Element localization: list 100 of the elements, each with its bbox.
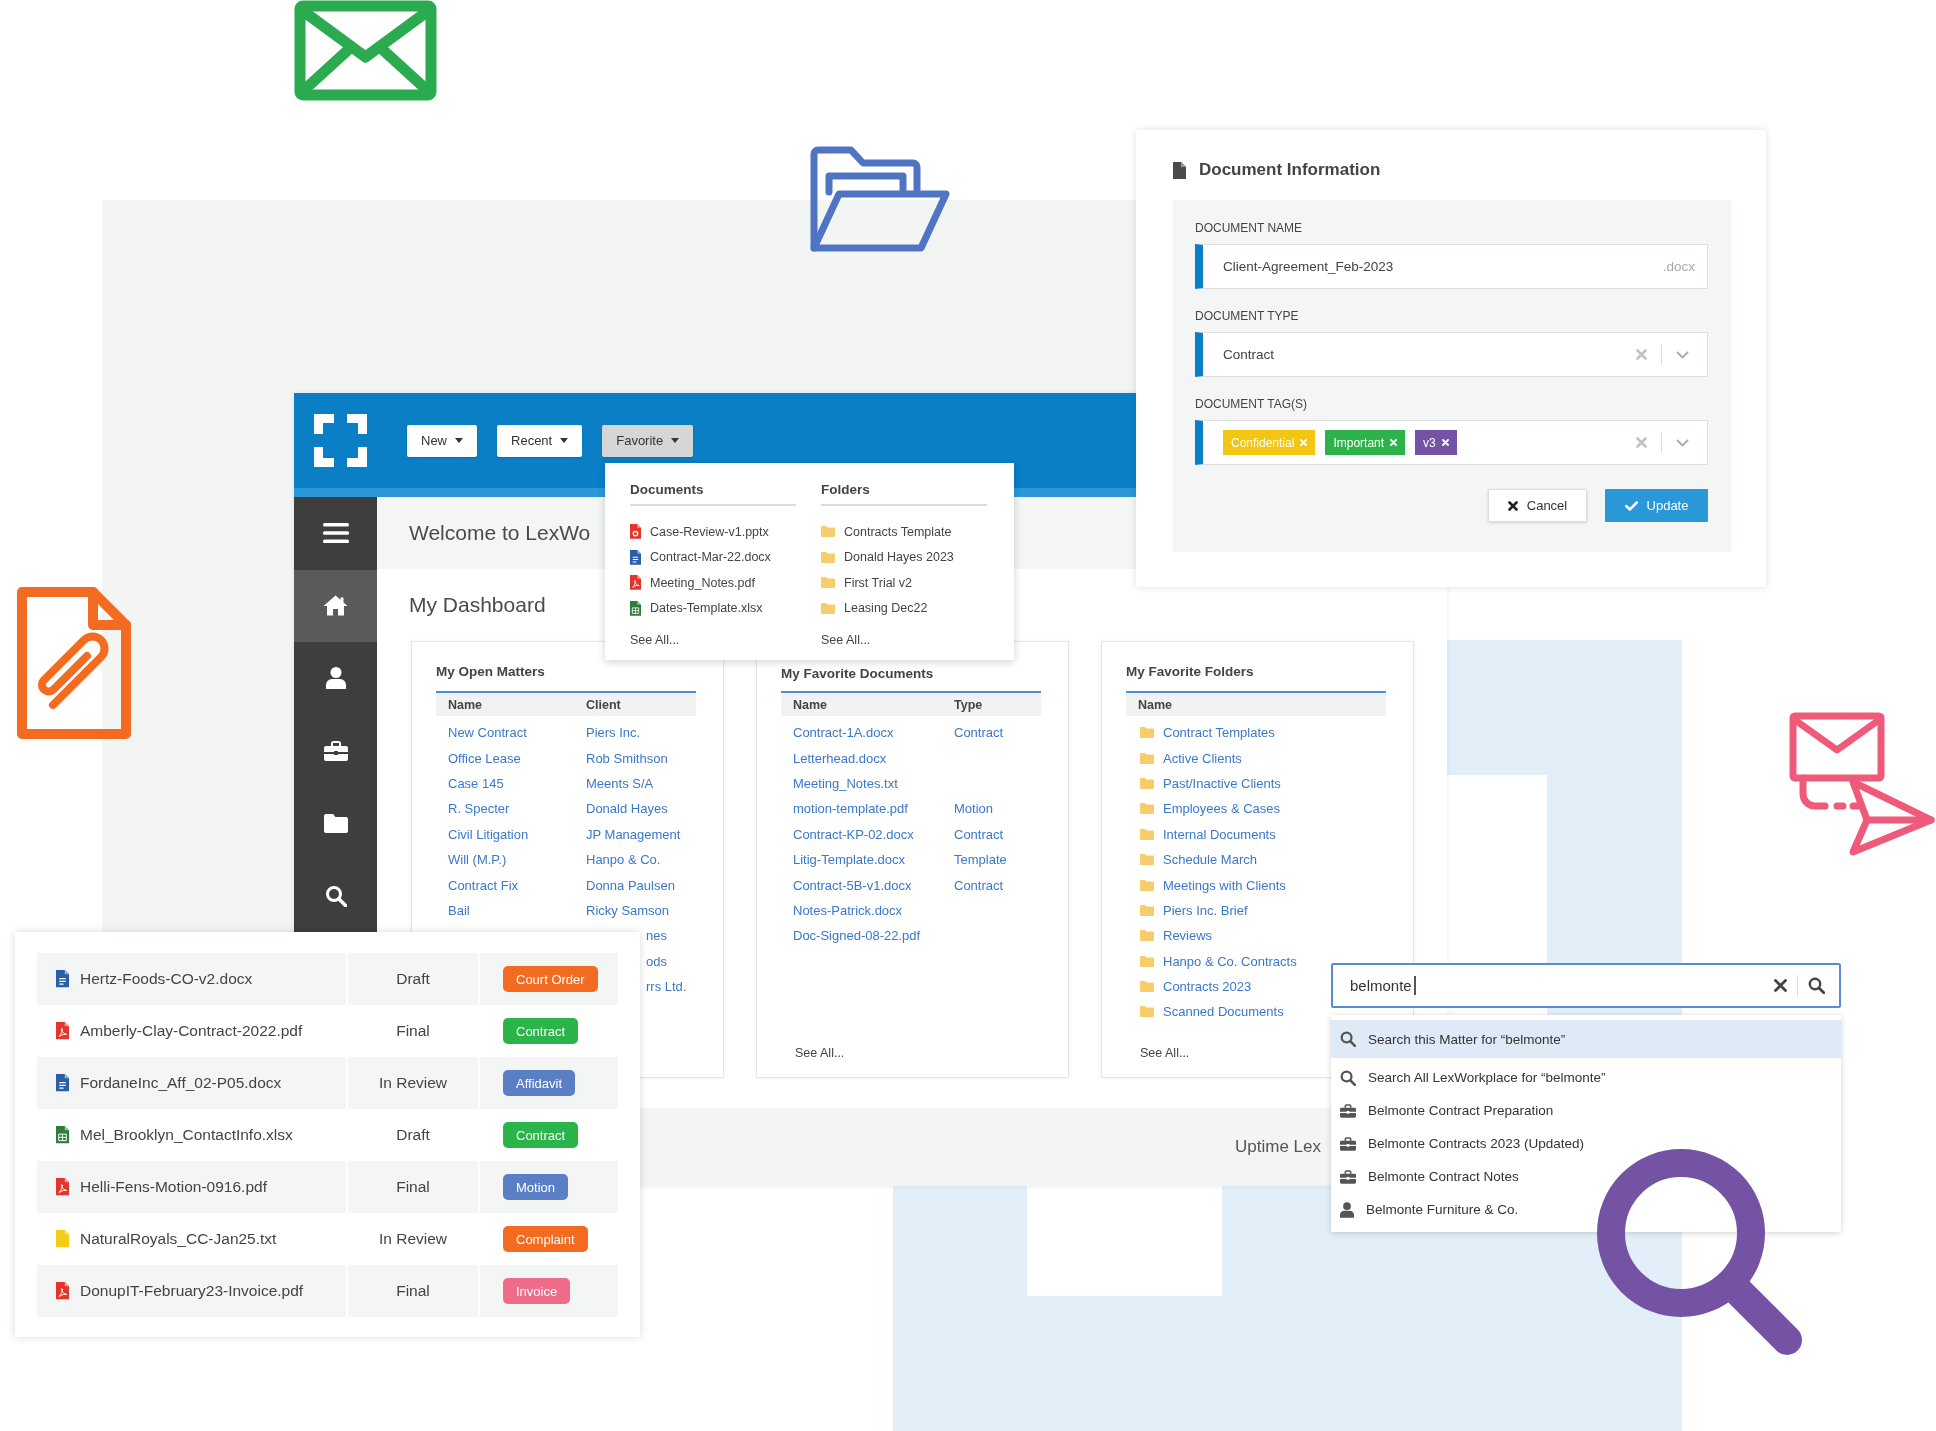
type-link[interactable]: Motion <box>942 801 994 817</box>
client-link[interactable]: JP Management <box>574 826 681 842</box>
file-row[interactable]: Helli-Fens-Motion-0916.pdf Final Motion <box>37 1161 618 1213</box>
menu-item[interactable]: Contract-Mar-22.docx <box>630 544 771 570</box>
folder-link[interactable]: Schedule March <box>1163 852 1257 868</box>
folder-link[interactable]: Scanned Documents <box>1163 1004 1284 1020</box>
folder-link[interactable]: Reviews <box>1163 928 1213 944</box>
matter-link[interactable]: Civil Litigation <box>436 826 529 842</box>
document-link[interactable]: Contract-1A.docx <box>781 725 894 741</box>
search-result[interactable]: Belmonte Contracts 2023 (Updated) <box>1331 1127 1841 1160</box>
search-icon <box>1340 1031 1356 1047</box>
type-link[interactable]: Template <box>942 852 1007 868</box>
folder-link[interactable]: Contract Templates <box>1163 725 1275 741</box>
remove-icon[interactable] <box>1441 439 1449 446</box>
document-name-field[interactable]: Client-Agreement_Feb-2023 .docx <box>1195 244 1708 289</box>
folder-icon <box>1140 803 1154 815</box>
menu-item[interactable]: First Trial v2 <box>821 570 913 596</box>
file-name: Helli-Fens-Motion-0916.pdf <box>80 1178 267 1196</box>
client-link[interactable]: Piers Inc. <box>574 725 641 741</box>
menu-item[interactable]: Meeting_Notes.pdf <box>630 570 755 596</box>
document-link[interactable]: Litig-Template.docx <box>781 852 905 868</box>
document-icon <box>56 970 69 988</box>
see-all-link[interactable]: See All... <box>821 633 871 647</box>
tag-chip[interactable]: v3 <box>1415 430 1457 455</box>
dropdown-button[interactable]: Favorite <box>602 424 694 457</box>
folder-icon <box>821 602 835 614</box>
client-link[interactable]: Ricky Samson <box>574 902 670 918</box>
document-link[interactable]: Doc-Signed-08-22.pdf <box>781 928 921 944</box>
search-result[interactable]: Search this Matter for “belmonte” <box>1331 1020 1841 1058</box>
caret-icon <box>671 438 680 443</box>
column-header: Name <box>447 697 483 712</box>
tag-chip[interactable]: Important <box>1325 430 1406 455</box>
client-link[interactable]: Donna Paulsen <box>574 877 675 893</box>
welcome-heading: Welcome to LexWo <box>409 521 591 545</box>
search-icon <box>1340 1069 1356 1086</box>
folder-link[interactable]: Hanpo & Co. Contracts <box>1163 953 1297 969</box>
folder-link[interactable]: Meetings with Clients <box>1163 877 1286 893</box>
update-button[interactable]: Update <box>1605 489 1708 522</box>
matter-link[interactable]: Office Lease <box>436 750 521 766</box>
document-link[interactable]: Contract-5B-v1.docx <box>781 877 912 893</box>
menu-item[interactable]: Donald Hayes 2023 <box>821 544 954 570</box>
sidebar-item[interactable] <box>294 569 377 643</box>
see-all-link[interactable]: See All... <box>795 1046 845 1060</box>
category-tag: Affidavit <box>503 1070 575 1096</box>
column-header: Client <box>585 697 621 712</box>
corner-brackets-logo <box>314 414 367 467</box>
matter-link[interactable]: Will (M.P.) <box>436 852 507 868</box>
clear-icon[interactable] <box>1774 979 1787 992</box>
type-link[interactable]: Contract <box>942 826 1004 842</box>
file-row[interactable]: FordaneInc_Aff_02-P05.docx In Review Affidavit <box>37 1057 618 1109</box>
search-result[interactable]: Search All LexWorkplace for “belmonte” <box>1331 1061 1841 1094</box>
client-link[interactable]: Hanpo & Co. <box>574 852 661 868</box>
cancel-button[interactable]: Cancel <box>1488 489 1587 522</box>
envelope-icon <box>294 0 437 101</box>
folder-link[interactable]: Internal Documents <box>1163 826 1276 842</box>
folder-link[interactable]: Contracts 2023 <box>1163 979 1252 995</box>
card-title: My Open Matters <box>436 664 545 680</box>
type-link[interactable]: Contract <box>942 877 1004 893</box>
document-link[interactable]: Notes-Patrick.docx <box>781 902 903 918</box>
folder-link[interactable]: Active Clients <box>1163 750 1242 766</box>
document-link[interactable]: Meeting_Notes.txt <box>781 775 898 791</box>
matter-link[interactable]: R. Specter <box>436 801 510 817</box>
search-result[interactable]: Belmonte Furniture & Co. <box>1331 1193 1841 1226</box>
client-link[interactable]: Donald Hayes <box>574 801 668 817</box>
status-text: Final <box>396 1282 430 1300</box>
matter-link[interactable]: Case 145 <box>436 775 504 791</box>
menu-item[interactable]: Case-Review-v1.pptx <box>630 519 769 545</box>
briefcase-icon <box>1340 1103 1356 1118</box>
dropdown-button[interactable]: Recent <box>497 424 583 457</box>
see-all-link[interactable]: See All... <box>1140 1046 1190 1060</box>
spreadsheet-icon <box>56 1126 69 1144</box>
search-field[interactable]: belmonte <box>1350 973 1774 998</box>
briefcase-icon <box>323 741 348 762</box>
file-row[interactable]: Hertz-Foods-CO-v2.docx Draft Court Order <box>37 953 618 1005</box>
menu-item[interactable]: Contracts Template <box>821 519 952 545</box>
matter-link[interactable]: Contract Fix <box>436 877 519 893</box>
file-row[interactable]: DonupIT-February23-Invoice.pdf Final Invoice <box>37 1265 618 1317</box>
type-link[interactable]: Contract <box>942 725 1004 741</box>
document-link[interactable]: motion-template.pdf <box>781 801 908 817</box>
client-link[interactable]: Meents S/A <box>574 775 654 791</box>
remove-icon[interactable] <box>1390 439 1398 446</box>
menu-item[interactable]: Leasing Dec22 <box>821 595 928 621</box>
folder-link[interactable]: Piers Inc. Brief <box>1163 902 1248 918</box>
document-link[interactable]: Contract-KP-02.docx <box>781 826 914 842</box>
search-result[interactable]: Belmonte Contract Preparation <box>1331 1094 1841 1127</box>
close-icon <box>1507 500 1518 511</box>
menu-item[interactable]: Dates-Template.xlsx <box>630 595 763 621</box>
folder-link[interactable]: Employees & Cases <box>1163 801 1281 817</box>
search-icon[interactable] <box>1808 977 1825 994</box>
column-header: Name <box>792 697 828 712</box>
matter-link[interactable]: New Contract <box>436 725 527 741</box>
client-link[interactable]: Rob Smithson <box>574 750 668 766</box>
matter-link[interactable]: Bail <box>436 902 470 918</box>
document-link[interactable]: Letterhead.docx <box>781 750 887 766</box>
tags-field[interactable]: Confidential Important v3 <box>1195 420 1708 465</box>
menu-heading: Documents <box>630 482 796 506</box>
folder-link[interactable]: Past/Inactive Clients <box>1163 775 1281 791</box>
dropdown-button[interactable]: New <box>407 424 477 457</box>
see-all-link[interactable]: See All... <box>630 633 680 647</box>
search-result[interactable]: Belmonte Contract Notes <box>1331 1160 1841 1193</box>
